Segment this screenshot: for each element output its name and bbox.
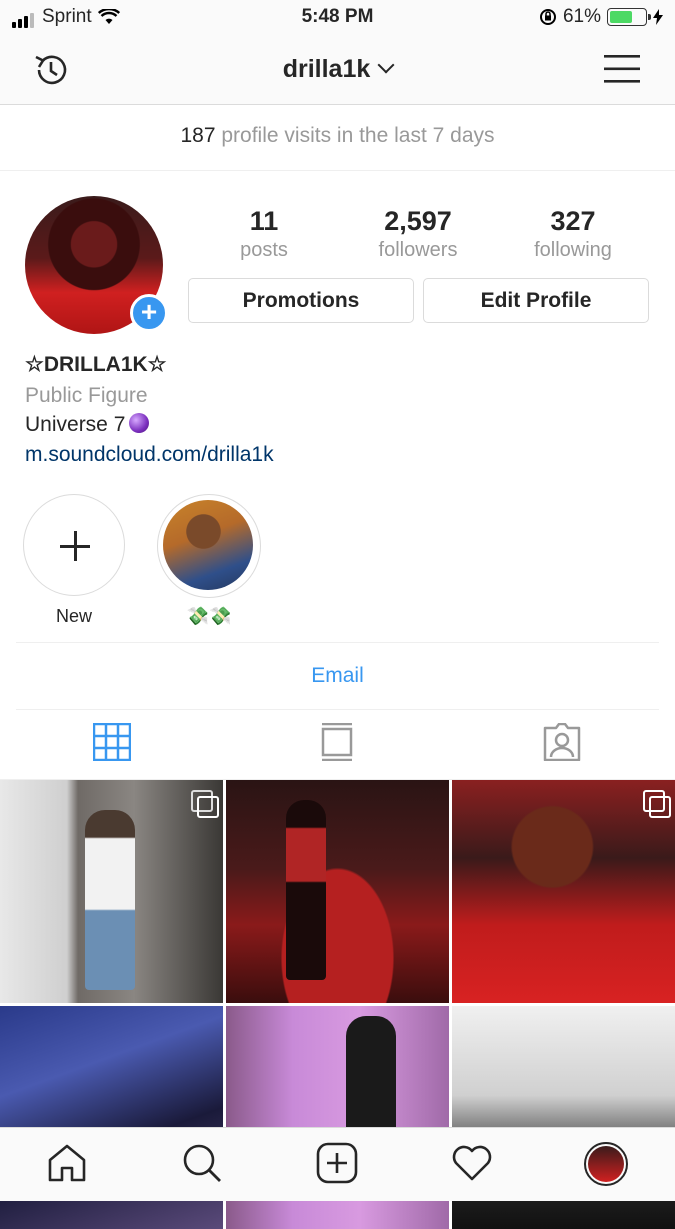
- post-tile[interactable]: [452, 780, 675, 1003]
- content-tabs: [0, 709, 675, 780]
- status-bar: Sprint 5:48 PM 61%: [0, 0, 675, 36]
- profile-visits-banner[interactable]: 187 profile visits in the last 7 days: [0, 104, 675, 171]
- battery-icon: [607, 8, 651, 26]
- profile-header: drilla1k: [0, 36, 675, 105]
- visits-count: 187: [180, 124, 216, 147]
- add-story-icon[interactable]: +: [130, 294, 168, 332]
- story-highlight[interactable]: [157, 494, 261, 598]
- display-name: ☆DRILLA1K☆: [25, 353, 167, 376]
- search-icon[interactable]: [181, 1142, 223, 1189]
- new-highlight-button[interactable]: [23, 494, 125, 596]
- multi-photo-icon: [643, 790, 671, 818]
- status-right: 61%: [539, 6, 663, 28]
- posts-grid: [0, 780, 675, 1229]
- bio-text: Universe 7: [25, 413, 126, 436]
- stat-following[interactable]: 327 following: [508, 206, 638, 262]
- promotions-button[interactable]: Promotions: [188, 278, 414, 323]
- username-switcher[interactable]: drilla1k: [0, 55, 675, 84]
- following-label: following: [534, 239, 612, 261]
- bio-text-row: Universe 7: [25, 413, 150, 437]
- post-tile[interactable]: [0, 780, 223, 1003]
- followers-label: followers: [378, 239, 458, 261]
- posts-count: 11: [249, 206, 279, 236]
- edit-profile-button[interactable]: Edit Profile: [423, 278, 649, 323]
- chevron-down-icon: [377, 56, 395, 74]
- rotation-lock-icon: [539, 9, 556, 25]
- home-icon[interactable]: [46, 1142, 88, 1189]
- profile-tab-avatar[interactable]: [584, 1142, 628, 1186]
- stat-followers[interactable]: 2,597 followers: [353, 206, 483, 262]
- crystal-ball-icon: [129, 413, 150, 434]
- heart-icon[interactable]: [451, 1142, 493, 1189]
- grid-icon[interactable]: [92, 722, 132, 766]
- category-label: Public Figure: [25, 384, 148, 407]
- add-icon[interactable]: [316, 1142, 358, 1189]
- followers-count: 2,597: [384, 206, 452, 236]
- highlight-cover: [163, 500, 253, 590]
- new-highlight-label: New: [55, 606, 92, 626]
- highlight-label: 💸💸: [186, 606, 232, 626]
- post-tile[interactable]: [226, 780, 449, 1003]
- multi-photo-icon: [191, 790, 219, 818]
- bottom-tab-bar: [0, 1127, 675, 1201]
- visits-text: profile visits in the last 7 days: [221, 124, 495, 147]
- email-button[interactable]: Email: [16, 642, 659, 710]
- feed-icon[interactable]: [321, 722, 353, 766]
- posts-label: posts: [240, 239, 288, 261]
- username-title: drilla1k: [282, 55, 371, 83]
- following-count: 327: [550, 206, 596, 236]
- stat-posts[interactable]: 11 posts: [199, 206, 329, 262]
- tagged-icon[interactable]: [542, 722, 582, 766]
- charging-icon: [653, 9, 663, 25]
- menu-icon[interactable]: [604, 53, 640, 90]
- bio-link[interactable]: m.soundcloud.com/drilla1k: [25, 443, 274, 467]
- battery-percent: 61%: [562, 6, 601, 27]
